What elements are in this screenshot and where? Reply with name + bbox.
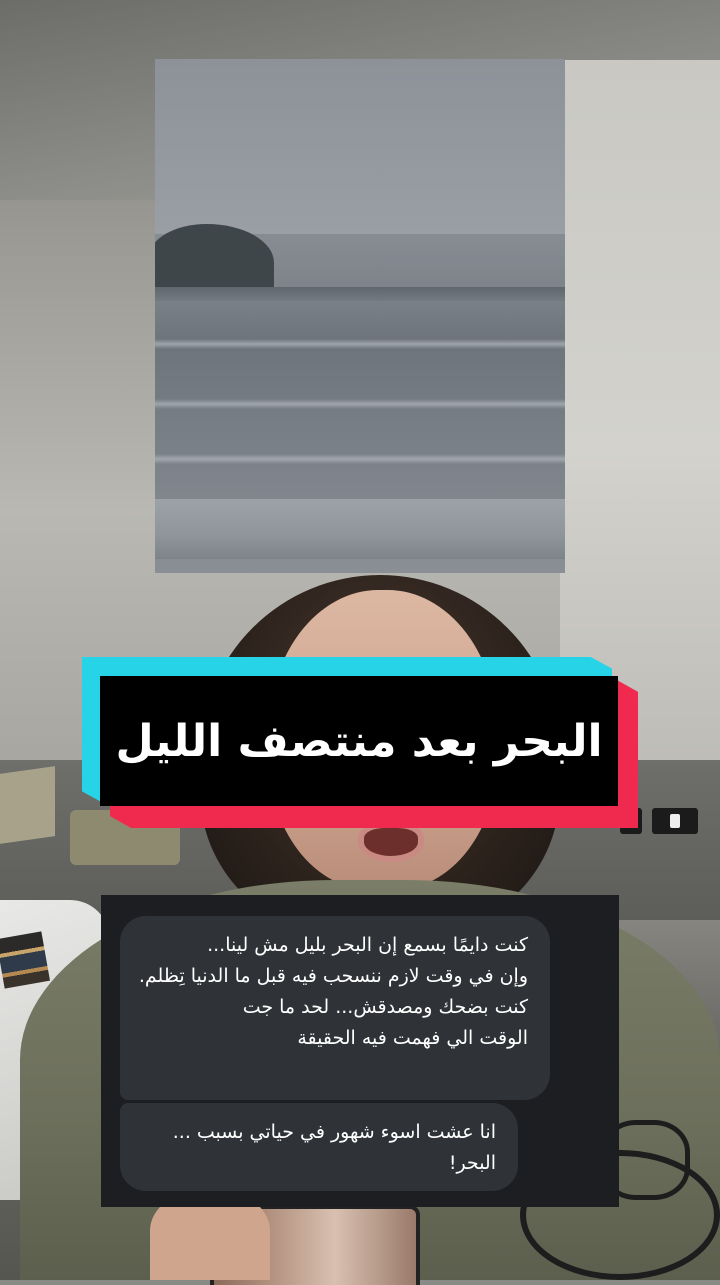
sea-rock (155, 224, 274, 296)
sea-video-inset (155, 59, 565, 573)
chat-bubble: انا عشت اسوء شهور في حياتي بسبب ... البح… (120, 1103, 518, 1191)
sea-foam (155, 499, 565, 559)
chat-message-text: انا عشت اسوء شهور في حياتي بسبب ... البح… (172, 1121, 496, 1174)
chat-message-text: كنت دايمًا بسمع إن البحر بليل مش لينا...… (138, 934, 528, 1049)
sea-wave (155, 399, 565, 409)
video-title: البحر بعد منتصف الليل (115, 715, 603, 767)
person-mouth (358, 822, 424, 862)
sea-wave (155, 339, 565, 349)
title-banner: البحر بعد منتصف الليل (100, 676, 618, 806)
wall-outlet (652, 808, 698, 834)
cushion (0, 766, 55, 844)
chat-bubble: كنت دايمًا بسمع إن البحر بليل مش لينا...… (120, 916, 550, 1100)
sea-wave (155, 454, 565, 464)
sea-sky (155, 59, 565, 234)
books (0, 931, 50, 989)
sea-horizon (155, 287, 565, 301)
